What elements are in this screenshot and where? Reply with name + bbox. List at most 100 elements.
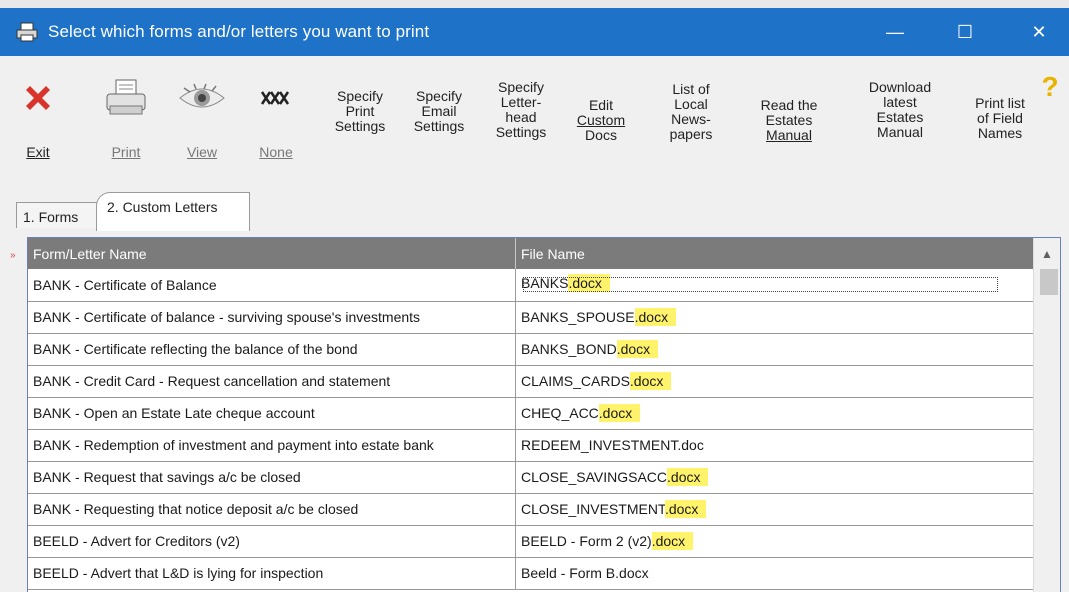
download-estates-manual-button[interactable]: Download latest Estates Manual — [862, 80, 938, 140]
file-basename: BANKS_SPOUSE — [521, 309, 635, 325]
file-basename: CLAIMS_CARDS — [521, 373, 630, 389]
eye-icon — [179, 83, 225, 108]
close-button[interactable]: ✕ — [1016, 8, 1062, 56]
file-basename: CLOSE_INVESTMENT — [521, 501, 665, 517]
letter-name-cell: BANK - Certificate of Balance — [33, 277, 217, 293]
file-basename: CLOSE_SAVINGSACC — [521, 469, 668, 485]
letter-name-cell: BEELD - Advert that L&D is lying for ins… — [33, 565, 324, 581]
table-row[interactable]: BANK - Certificate of balance - survivin… — [28, 301, 1033, 334]
file-extension: .doc — [677, 437, 704, 453]
read-estates-manual-button[interactable]: Read the Estates Manual — [754, 98, 824, 143]
tab-forms-label: 1. Forms — [23, 209, 79, 225]
column-divider[interactable] — [515, 238, 516, 269]
specify-print-line3: Settings — [334, 118, 386, 134]
file-basename: CHEQ_ACC — [521, 405, 599, 421]
column-header-file[interactable]: File Name — [521, 246, 585, 262]
print-field-names-button[interactable]: Print list of Field Names — [966, 96, 1034, 141]
file-name-cell: CLOSE_INVESTMENT.docx — [521, 500, 707, 518]
edit-custom-docs-button[interactable]: Edit Custom Docs — [572, 98, 630, 143]
file-extension: .docx — [615, 565, 649, 581]
letterhead-line3: head — [505, 109, 537, 125]
exit-button[interactable]: Exit — [18, 78, 58, 160]
print-button[interactable]: Print — [102, 78, 150, 160]
specify-print-line1: Specify — [337, 88, 383, 104]
read-manual-line3: Manual — [766, 127, 812, 143]
file-extension: .docx — [667, 468, 709, 486]
file-basename: Beeld - Form B — [521, 565, 616, 581]
table-row[interactable]: BANK - Certificate reflecting the balanc… — [28, 333, 1033, 366]
tab-custom-letters-label: 2. Custom Letters — [107, 199, 218, 215]
view-button[interactable]: View — [176, 78, 228, 160]
cell-divider — [515, 525, 516, 557]
letterhead-line2: Letter- — [500, 94, 542, 110]
vertical-scrollbar[interactable]: ▲ — [1033, 238, 1060, 592]
specify-letterhead-settings-button[interactable]: Specify Letter- head Settings — [488, 80, 554, 140]
table-row[interactable]: BEELD - Advert that L&D is lying for ins… — [28, 557, 1033, 590]
none-label: None — [259, 144, 293, 160]
tab-custom-letters[interactable]: 2. Custom Letters — [96, 192, 250, 231]
file-name-cell: BANKS_SPOUSE.docx — [521, 308, 677, 326]
local-news-line4: papers — [669, 126, 713, 142]
close-icon: ✕ — [1031, 21, 1047, 42]
exit-icon — [26, 86, 50, 110]
title-bar: Select which forms and/or letters you wa… — [0, 8, 1069, 56]
download-manual-line3: Estates — [876, 109, 924, 125]
maximize-button[interactable]: ☐ — [942, 8, 988, 56]
download-manual-line1: Download — [868, 79, 932, 95]
read-manual-line1: Read the — [760, 97, 818, 113]
edit-custom-line2: Custom — [576, 112, 626, 128]
scroll-thumb[interactable] — [1040, 269, 1058, 295]
local-newspapers-button[interactable]: List of Local News- papers — [660, 82, 722, 142]
none-button[interactable]: None — [252, 78, 300, 160]
read-manual-line2: Estates — [765, 112, 813, 128]
file-extension: .docx — [629, 372, 672, 390]
table-row[interactable]: BANK - Certificate of Balance BANKS.docx — [28, 269, 1033, 302]
file-name-cell: Beeld - Form B.docx — [521, 565, 649, 581]
table-row[interactable]: BANK - Credit Card - Request cancellatio… — [28, 365, 1033, 398]
printer-icon — [16, 22, 38, 42]
window-title: Select which forms and/or letters you wa… — [48, 22, 430, 41]
column-header-name[interactable]: Form/Letter Name — [33, 246, 147, 262]
file-extension: .docx — [616, 340, 659, 358]
letterhead-line1: Specify — [498, 79, 544, 95]
minimize-button[interactable]: — — [872, 8, 918, 56]
print-fields-line2: of Field — [977, 110, 1023, 126]
specify-email-line1: Specify — [416, 88, 462, 104]
file-extension: .docx — [634, 308, 677, 326]
table-row[interactable]: BANK - Open an Estate Late cheque accoun… — [28, 397, 1033, 430]
local-news-line1: List of — [672, 81, 710, 97]
letter-name-cell: BANK - Certificate reflecting the balanc… — [33, 341, 358, 357]
specify-email-line2: Email — [421, 103, 457, 119]
local-news-line3: News- — [671, 111, 711, 127]
file-name-cell: CLOSE_SAVINGSACC.docx — [521, 468, 709, 486]
file-name-cell: REDEEM_INVESTMENT.doc — [521, 437, 704, 453]
file-basename: BANKS — [521, 275, 569, 291]
table-row[interactable]: BEELD - Advert for Creditors (v2) BEELD -… — [28, 525, 1033, 558]
file-name-cell: BANKS.docx — [521, 274, 1000, 294]
tab-strip: 1. Forms 2. Custom Letters — [0, 172, 1069, 232]
file-extension: .docx — [598, 404, 641, 422]
help-button[interactable]: ? — [1038, 72, 1062, 102]
cell-divider — [515, 493, 516, 525]
scroll-up-icon[interactable]: ▲ — [1034, 238, 1060, 269]
tab-forms[interactable]: 1. Forms — [16, 202, 108, 228]
letter-name-cell: BANK - Credit Card - Request cancellatio… — [33, 373, 391, 389]
table-row[interactable]: BANK - Request that savings a/c be close… — [28, 461, 1033, 494]
specify-email-line3: Settings — [413, 118, 465, 134]
toolbar: Exit Print View None Specify Print Setti… — [0, 56, 1069, 172]
file-name-cell: BEELD - Form 2 (v2).docx — [521, 532, 694, 550]
table-row[interactable]: BANK - Requesting that notice deposit a/… — [28, 493, 1033, 526]
exit-label: Exit — [26, 144, 50, 160]
cell-divider — [515, 269, 516, 301]
file-basename: BANKS_BOND — [521, 341, 617, 357]
file-name-cell: CLAIMS_CARDS.docx — [521, 372, 672, 390]
table-row[interactable]: BANK - Redemption of investment and paym… — [28, 429, 1033, 462]
file-basename: REDEEM_INVESTMENT — [521, 437, 678, 453]
grid-header: Form/Letter Name File Name — [28, 238, 1033, 269]
specify-print-settings-button[interactable]: Specify Print Settings — [328, 89, 392, 134]
cell-divider — [515, 301, 516, 333]
cell-divider — [515, 397, 516, 429]
edit-custom-line1: Edit — [588, 97, 614, 113]
specify-email-settings-button[interactable]: Specify Email Settings — [406, 89, 472, 134]
print-fields-line3: Names — [977, 125, 1023, 141]
